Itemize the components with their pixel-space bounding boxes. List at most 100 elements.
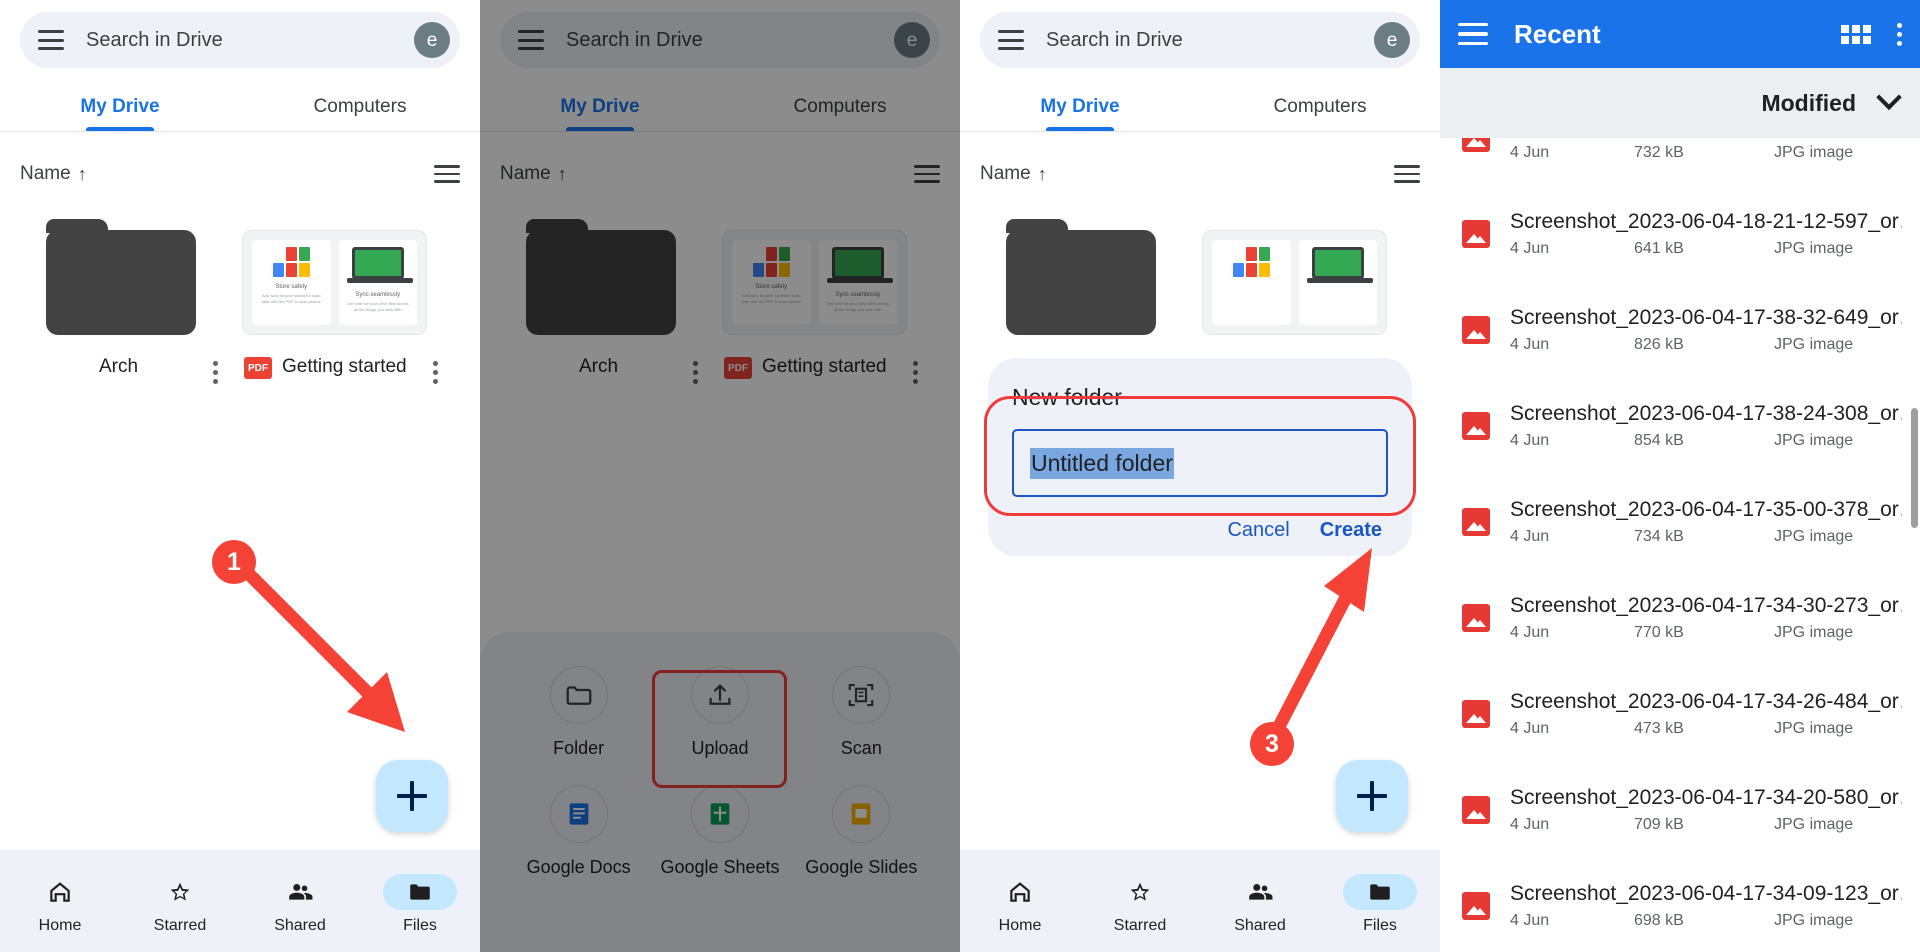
grid-item-pdf[interactable]: Store safely Add work forgone saved for … (720, 230, 940, 384)
promo-right-sub: Get here for your Drive files across all… (346, 301, 409, 312)
tab-computers[interactable]: Computers (240, 82, 480, 131)
search-bar[interactable]: Search in Drive e (980, 12, 1420, 68)
image-file-icon (1462, 892, 1490, 920)
tab-my-drive[interactable]: My Drive (960, 82, 1200, 131)
sidebar-item-home[interactable]: Home (0, 874, 120, 935)
create-option-folder[interactable]: Folder (508, 666, 649, 759)
chevron-down-icon[interactable] (1876, 84, 1902, 111)
sort-by-name[interactable]: Name ↑ (20, 163, 87, 185)
folder-icon (410, 883, 430, 900)
grid-item-pdf[interactable] (1200, 230, 1420, 335)
sidebar-item-files[interactable]: Files (1320, 873, 1440, 935)
overflow-menu-icon[interactable] (1897, 22, 1902, 46)
sidebar-item-shared[interactable]: Shared (1200, 874, 1320, 935)
cancel-button[interactable]: Cancel (1227, 519, 1289, 542)
grid-item-folder[interactable]: Arch (500, 219, 720, 384)
item-overflow-icon[interactable] (213, 361, 218, 384)
item-overflow-icon[interactable] (433, 361, 438, 384)
list-item[interactable]: Screenshot_2023-06-04-17-34-30-273_or… 4… (1440, 570, 1920, 666)
tab-computers[interactable]: Computers (1200, 82, 1440, 131)
panel-file-manager: Recent Modified Screenshot_2023-06-04-18… (1440, 0, 1920, 952)
create-option-label: Google Slides (805, 857, 918, 877)
search-input[interactable]: Search in Drive (86, 29, 414, 52)
tab-active-indicator (1046, 127, 1114, 131)
file-kind: JPG image (1774, 816, 1854, 833)
sort-by-name[interactable]: Name ↑ (980, 163, 1047, 185)
hamburger-icon[interactable] (38, 30, 64, 50)
hamburger-icon[interactable] (998, 30, 1024, 50)
folder-thumbnail (46, 219, 196, 335)
list-item[interactable]: Screenshot_2023-06-04-17-34-09-123_or… 4… (1440, 858, 1920, 952)
sidebar-item-starred[interactable]: Starred (1080, 874, 1200, 935)
hamburger-icon[interactable] (1458, 23, 1488, 45)
file-name: Screenshot_2023-06-04-17-38-32-649_or… (1510, 306, 1902, 329)
create-fab[interactable] (1336, 760, 1408, 832)
file-date: 4 Jun (1510, 144, 1550, 161)
tab-my-drive[interactable]: My Drive (0, 82, 240, 131)
sidebar-item-shared[interactable]: Shared (240, 874, 360, 935)
create-bottom-sheet: Folder Upload Scan Google Docs Google Sh… (480, 632, 960, 952)
create-options-grid: Folder Upload Scan Google Docs Google Sh… (508, 666, 932, 878)
create-option-scan[interactable]: Scan (791, 666, 932, 759)
scrollbar[interactable] (1911, 408, 1918, 528)
grid-item-folder[interactable] (980, 219, 1200, 335)
grid-item-folder[interactable]: Arch (20, 219, 240, 384)
sidebar-item-files[interactable]: Files (360, 873, 480, 935)
list-item[interactable]: Screenshot_2023-06-04-18-21-12-597_or… 4… (1440, 186, 1920, 282)
file-date: 4 Jun (1510, 912, 1550, 929)
file-kind: JPG image (1774, 912, 1854, 929)
file-list[interactable]: Screenshot_2023-06-04-18-21-30-001_or… 4… (1440, 138, 1920, 952)
sort-by-name[interactable]: Name ↑ (500, 163, 567, 185)
list-view-icon[interactable] (434, 165, 460, 183)
promo-left-sub: Add work forgone saved for scan safe wit… (741, 293, 801, 304)
create-option-google-slides[interactable]: Google Slides (791, 785, 932, 878)
google-sheets-icon (710, 803, 730, 825)
hamburger-icon[interactable] (518, 30, 544, 50)
item-overflow-icon[interactable] (913, 361, 918, 384)
list-item[interactable]: Screenshot_2023-06-04-17-35-00-378_or… 4… (1440, 474, 1920, 570)
panel-drive-files: Search in Drive e My Drive Computers Nam… (0, 0, 480, 952)
sidebar-item-starred[interactable]: Starred (120, 874, 240, 935)
mini-file-icons (752, 247, 790, 277)
avatar[interactable]: e (414, 22, 450, 58)
laptop-illustration (346, 247, 413, 283)
list-view-icon[interactable] (914, 165, 940, 183)
panel-create-sheet: Search in Drive e My Drive Computers Nam… (480, 0, 960, 952)
avatar[interactable]: e (894, 22, 930, 58)
tab-my-drive[interactable]: My Drive (480, 82, 720, 131)
file-date: 4 Jun (1510, 816, 1550, 833)
list-item[interactable]: Screenshot_2023-06-04-17-34-26-484_or… 4… (1440, 666, 1920, 762)
search-bar[interactable]: Search in Drive e (500, 12, 940, 68)
create-option-google-docs[interactable]: Google Docs (508, 785, 649, 878)
list-item[interactable]: Screenshot_2023-06-04-18-21-30-001_or… 4… (1440, 138, 1920, 186)
nav-label: Shared (1234, 916, 1286, 934)
search-bar[interactable]: Search in Drive e (20, 12, 460, 68)
file-date: 4 Jun (1510, 432, 1550, 449)
image-file-icon (1462, 508, 1490, 536)
grid-item-pdf[interactable]: Store safely Add work forgone saved for … (240, 230, 460, 384)
file-size: 641 kB (1634, 240, 1684, 257)
list-item[interactable]: Screenshot_2023-06-04-17-34-20-580_or… 4… (1440, 762, 1920, 858)
grid-view-icon[interactable] (1841, 24, 1871, 44)
nav-label: Home (998, 916, 1042, 934)
create-option-upload[interactable]: Upload (649, 666, 790, 759)
item-overflow-icon[interactable] (693, 361, 698, 384)
list-item[interactable]: Screenshot_2023-06-04-17-38-32-649_or… 4… (1440, 282, 1920, 378)
tab-my-drive-label: My Drive (1040, 95, 1120, 117)
list-item[interactable]: Screenshot_2023-06-04-17-38-24-308_or… 4… (1440, 378, 1920, 474)
folder-name-input[interactable]: Untitled folder (1012, 429, 1388, 497)
search-input[interactable]: Search in Drive (1046, 29, 1374, 52)
avatar[interactable]: e (1374, 22, 1410, 58)
sidebar-item-home[interactable]: Home (960, 874, 1080, 935)
sort-bar[interactable]: Modified (1440, 68, 1920, 138)
promo-left-title: Store safely (275, 284, 308, 290)
tab-computers[interactable]: Computers (720, 82, 960, 131)
create-option-google-sheets[interactable]: Google Sheets (649, 785, 790, 878)
create-fab[interactable] (376, 760, 448, 832)
item-name: Getting started (282, 356, 407, 377)
list-view-icon[interactable] (1394, 165, 1420, 183)
create-button[interactable]: Create (1320, 519, 1382, 542)
search-input[interactable]: Search in Drive (566, 29, 894, 52)
image-file-icon (1462, 138, 1490, 152)
bottom-nav: Home Starred Shared Files (0, 850, 480, 952)
